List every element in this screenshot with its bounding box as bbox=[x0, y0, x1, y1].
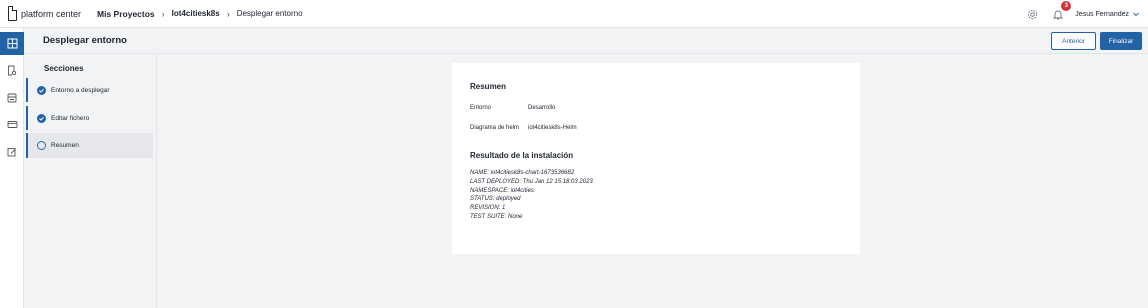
notifications-button[interactable]: 3 bbox=[1051, 1, 1072, 21]
step-label: Editar fichero bbox=[51, 114, 90, 122]
grid-icon bbox=[7, 38, 17, 49]
gear-icon[interactable] bbox=[1025, 7, 1039, 21]
step-editar-fichero[interactable]: Editar fichero bbox=[26, 106, 153, 130]
installation-output: NAME: iot4citiesk8s-chart-1673536682 LAS… bbox=[470, 169, 593, 222]
output-line: LAST DEPLOYED: Thu Jan 12 15:18:03 2023 bbox=[470, 178, 593, 185]
sections-panel: Secciones Entorno a desplegar Editar fic… bbox=[24, 54, 157, 308]
card-icon bbox=[7, 121, 17, 128]
sidebar-rail bbox=[0, 28, 24, 308]
summary-title: Resumen bbox=[470, 82, 507, 91]
brand-name: platform center bbox=[21, 8, 82, 19]
sidebar-item-edit[interactable] bbox=[0, 140, 24, 163]
page-header: Desplegar entorno Anterior Finalizar bbox=[24, 28, 1148, 54]
step-label: Entorno a desplegar bbox=[51, 86, 110, 94]
storage-icon bbox=[7, 93, 17, 102]
top-bar: platform center Mis Proyectos › Iot4citi… bbox=[0, 0, 1148, 28]
result-title: Resultado de la instalación bbox=[470, 151, 574, 160]
notification-badge: 3 bbox=[1061, 1, 1072, 11]
breadcrumb-current: Desplegar entorno bbox=[236, 9, 303, 18]
progress-circle-icon bbox=[37, 141, 46, 150]
breadcrumb: Mis Proyectos › Iot4citiesk8s › Desplega… bbox=[97, 9, 303, 19]
breadcrumb-root[interactable]: Mis Proyectos bbox=[97, 9, 155, 19]
output-line: NAMESPACE: iot4cities bbox=[470, 187, 534, 194]
summary-card: Resumen Entorno Desarrollo Diagrama de h… bbox=[452, 63, 860, 254]
chevron-down-icon bbox=[1133, 12, 1139, 17]
step-entorno-a-desplegar[interactable]: Entorno a desplegar bbox=[26, 78, 153, 102]
finish-button[interactable]: Finalizar bbox=[1100, 32, 1142, 50]
output-line: REVISION: 1 bbox=[470, 205, 506, 212]
edit-icon bbox=[7, 147, 16, 156]
sections-title: Secciones bbox=[44, 64, 84, 73]
page-title: Desplegar entorno bbox=[43, 35, 127, 46]
output-line: TEST SUITE: None bbox=[470, 213, 523, 220]
search-doc-icon bbox=[8, 65, 17, 76]
helm-chart-value: iot4citiesk8s-Helm bbox=[528, 125, 577, 131]
check-circle-icon bbox=[37, 113, 46, 123]
logo-icon bbox=[8, 6, 17, 21]
breadcrumb-separator-icon: › bbox=[161, 8, 165, 19]
step-label: Resumen bbox=[51, 142, 79, 149]
sidebar-item-cards[interactable] bbox=[0, 113, 24, 136]
step-resumen[interactable]: Resumen bbox=[26, 133, 153, 158]
output-line: NAME: iot4citiesk8s-chart-1673536682 bbox=[470, 170, 575, 176]
sidebar-item-dashboard[interactable] bbox=[0, 32, 24, 55]
logo[interactable]: platform center bbox=[8, 6, 81, 21]
bell-icon bbox=[1053, 10, 1064, 19]
breadcrumb-separator-icon: › bbox=[226, 8, 230, 19]
environment-label: Entorno bbox=[470, 105, 492, 111]
check-circle-icon bbox=[37, 85, 46, 95]
user-menu[interactable]: Jesus Fernandez bbox=[1075, 10, 1140, 18]
sidebar-item-search[interactable] bbox=[0, 59, 24, 82]
user-name: Jesus Fernandez bbox=[1075, 10, 1129, 18]
breadcrumb-project[interactable]: Iot4citiesk8s bbox=[172, 9, 220, 18]
sidebar-item-storage[interactable] bbox=[0, 86, 24, 109]
helm-chart-label: Diagrama de helm bbox=[470, 125, 520, 131]
previous-button[interactable]: Anterior bbox=[1051, 32, 1096, 50]
environment-value: Desarrollo bbox=[528, 105, 556, 111]
output-line: STATUS: deployed bbox=[470, 196, 521, 203]
